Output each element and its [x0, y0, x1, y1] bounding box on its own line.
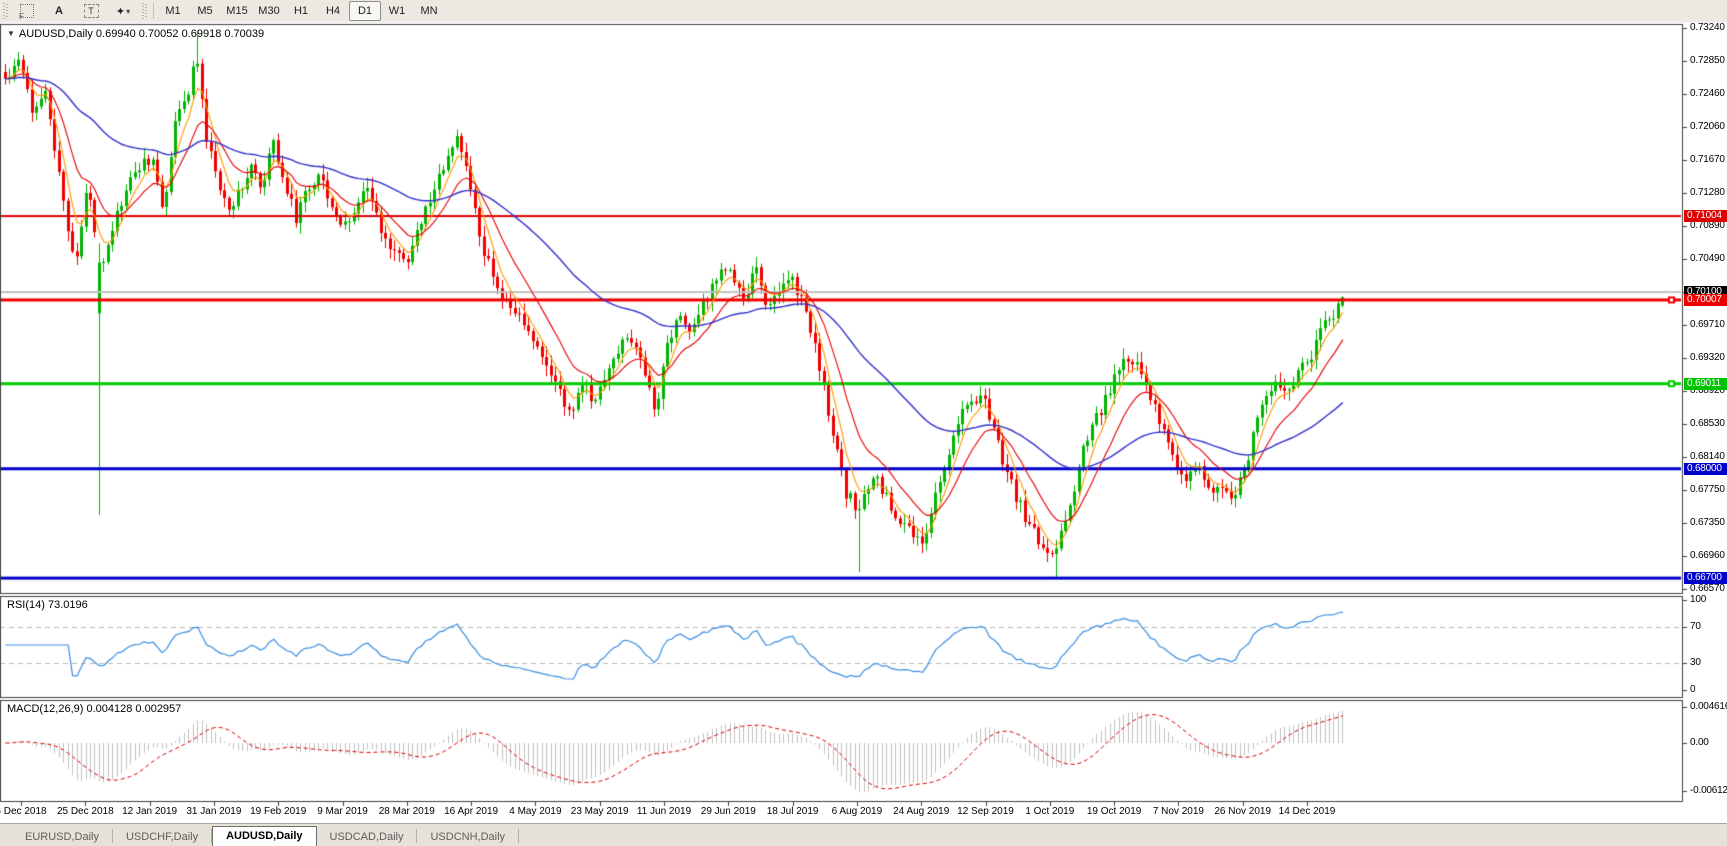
price-tick-label: 0.72060 [1690, 121, 1725, 133]
symbol-tab-audusd[interactable]: AUDUSD,Daily [212, 826, 317, 846]
rsi-tick-label: 0 [1690, 684, 1696, 695]
level-price-label: 0.69011 [1684, 377, 1727, 390]
chart-canvas[interactable] [0, 0, 1727, 846]
macd-tick-label: 0.00 [1690, 737, 1709, 748]
rsi-tick-label: 100 [1690, 594, 1707, 605]
level-price-label: 0.70007 [1684, 293, 1727, 306]
price-tick-label: 0.70490 [1690, 253, 1725, 265]
chart-title: ▼ AUDUSD,Daily 0.69940 0.70052 0.69918 0.… [7, 28, 264, 40]
price-tick-label: 0.71670 [1690, 154, 1725, 166]
price-tick-label: 0.68530 [1690, 418, 1725, 430]
price-tick-label: 0.66570 [1690, 583, 1725, 595]
symbol-tab-eurusd[interactable]: EURUSD,Daily [12, 828, 112, 846]
symbol-tab-usdcnh[interactable]: USDCNH,Daily [417, 828, 518, 846]
macd-indicator-title: MACD(12,26,9) 0.004128 0.002957 [7, 703, 182, 715]
price-tick-label: 0.73240 [1690, 22, 1725, 33]
rsi-tick-label: 30 [1690, 657, 1701, 668]
symbol-tab-usdchf[interactable]: USDCHF,Daily [113, 828, 211, 846]
rsi-tick-label: 70 [1690, 621, 1701, 632]
chart-title-text: AUDUSD,Daily 0.69940 0.70052 0.69918 0.7… [18, 28, 265, 40]
price-tick-label: 0.67750 [1690, 483, 1725, 495]
trading-app-window: F A T ✦ ▾ M1M5M15M30H1H4D1W1MN ▼AUDUSD,D… [0, 0, 1727, 846]
price-tick-label: 0.69320 [1690, 351, 1725, 363]
macd-tick-label: 0.004616 [1690, 700, 1727, 712]
price-tick-label: 0.72460 [1690, 87, 1725, 99]
macd-tick-label: -0.006126 [1690, 784, 1727, 796]
price-tick-label: 0.68140 [1690, 450, 1725, 462]
symbol-tab-usdcad[interactable]: USDCAD,Daily [317, 828, 417, 846]
level-price-label: 0.66700 [1684, 572, 1727, 585]
level-price-label: 0.68000 [1684, 462, 1727, 475]
date-label: 14 Dec 2019 [1278, 806, 1336, 817]
price-tick-label: 0.71280 [1690, 186, 1725, 198]
collapse-arrow-icon[interactable]: ▼ [7, 29, 15, 38]
price-tick-label: 0.72850 [1690, 54, 1725, 66]
level-price-label: 0.71004 [1684, 210, 1727, 223]
tab-separator [518, 829, 520, 843]
price-tick-label: 0.69710 [1690, 318, 1725, 330]
price-tick-label: 0.67350 [1690, 517, 1725, 529]
chart-tabs-bar: EURUSD,Daily USDCHF,Daily AUDUSD,Daily USDC… [0, 823, 1727, 846]
price-tick-label: 0.66960 [1690, 550, 1725, 562]
rsi-indicator-title: RSI(14) 73.0196 [7, 599, 88, 611]
